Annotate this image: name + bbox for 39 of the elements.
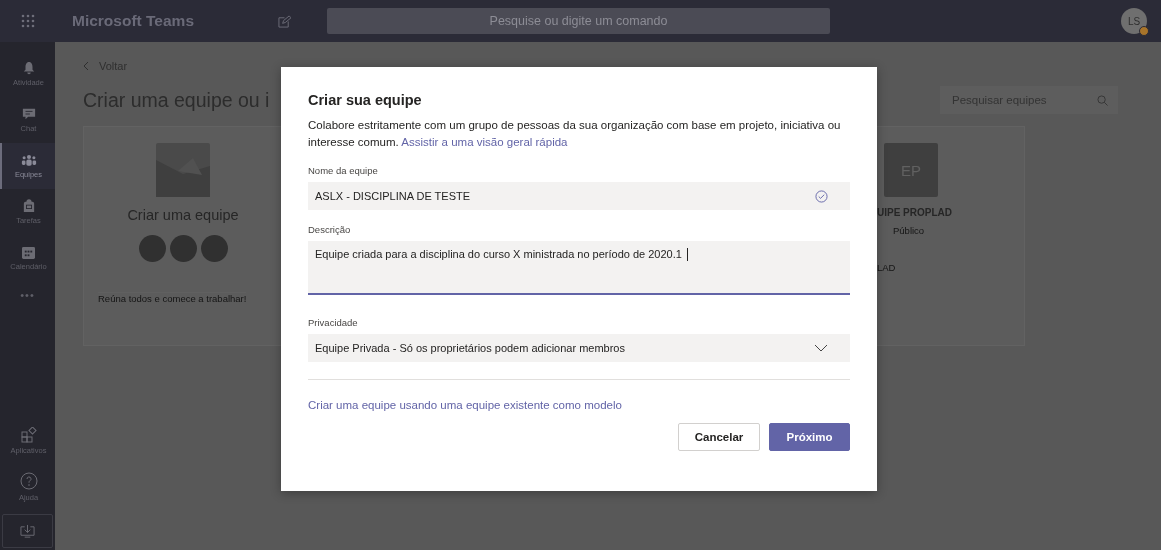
cancel-button[interactable]: Cancelar	[678, 423, 760, 451]
text-cursor	[686, 248, 688, 261]
chat-icon	[21, 107, 36, 121]
dialog-description: Colabore estritamente com um grupo de pessoas da sua organização com base em projeto, iniciativa ou interesse comum. Assistir a uma visão geral rápida	[308, 118, 842, 150]
status-badge	[1139, 26, 1149, 36]
description-field[interactable]: Equipe criada para a disciplina do curso X ministrada no período de 2020.1	[308, 241, 850, 295]
user-avatar[interactable]: LS	[1121, 8, 1147, 34]
field-label: Nome da equipe	[308, 165, 379, 176]
team-name-field[interactable]: ASLX - DISCIPLINA DE TESTE	[308, 182, 850, 210]
next-button[interactable]: Próximo	[769, 423, 850, 451]
people-icon	[20, 153, 37, 167]
apps-icon	[20, 427, 37, 443]
team-description: LAD	[877, 262, 897, 273]
field-label: Descrição	[308, 224, 352, 235]
app-launcher-icon[interactable]	[21, 14, 35, 28]
person-avatar	[200, 235, 228, 262]
overview-link[interactable]: Assistir a uma visão geral rápida	[401, 136, 568, 148]
chevron-down-icon	[814, 344, 828, 352]
field-label: Privacidade	[308, 317, 359, 328]
team-privacy: Público	[893, 225, 926, 236]
chevron-left-icon	[83, 61, 89, 71]
download-icon	[20, 523, 35, 539]
app-name: Microsoft Teams	[72, 12, 195, 30]
search-icon	[1097, 95, 1108, 106]
search-field[interactable]: Pesquise ou digite um comando	[327, 8, 831, 34]
dialog-title: Criar sua equipe	[308, 92, 423, 108]
template-link[interactable]: Criar uma equipe usando uma equipe existente como modelo	[308, 399, 622, 411]
download-button[interactable]	[2, 514, 53, 548]
backpack-icon	[22, 199, 35, 213]
more-apps-button[interactable]: •••	[0, 289, 55, 301]
privacy-dropdown[interactable]: Equipe Privada - Só os proprietários podem adicionar membros	[308, 334, 850, 362]
team-image-placeholder-icon	[156, 143, 210, 197]
help-icon	[19, 472, 38, 490]
bell-icon	[21, 61, 36, 75]
person-avatar	[138, 235, 166, 262]
person-avatar	[169, 235, 197, 262]
calendar-icon	[22, 245, 35, 259]
compose-icon[interactable]	[278, 14, 292, 28]
card-description: Reúna todos e comece a trabalhar!	[98, 292, 247, 304]
